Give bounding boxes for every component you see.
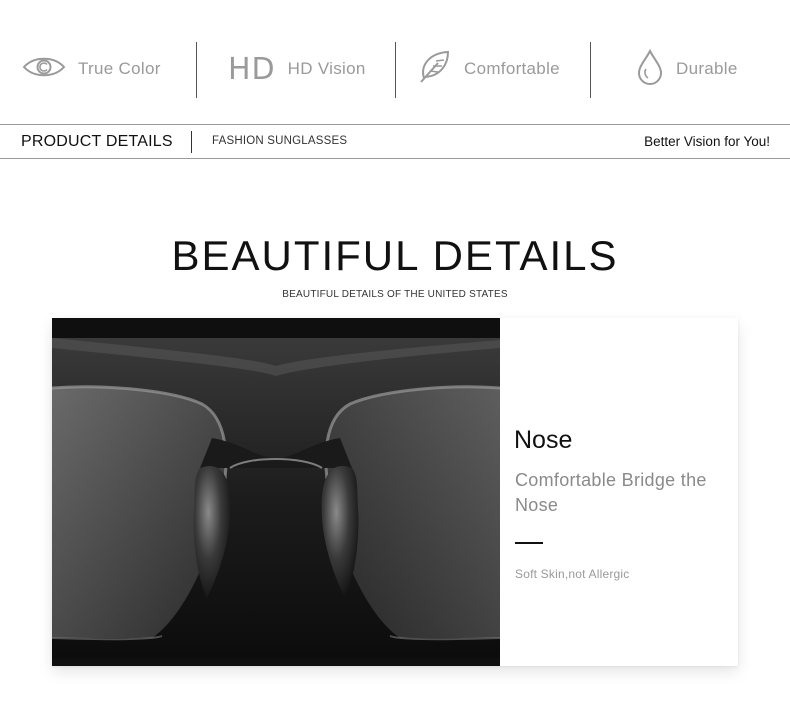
- feature-comfortable: Comfortable: [416, 30, 560, 108]
- accent-dash: [515, 542, 543, 544]
- product-details-title: PRODUCT DETAILS: [21, 133, 173, 150]
- water-drop-icon: [636, 48, 664, 90]
- feature-label: Durable: [676, 59, 738, 78]
- eye-icon: [22, 54, 66, 85]
- detail-description: Comfortable Bridge the Nose: [515, 470, 707, 515]
- divider: [196, 42, 197, 98]
- tagline: Better Vision for You!: [644, 134, 770, 149]
- feature-label: HD Vision: [287, 59, 366, 78]
- feature-durable: Durable: [636, 30, 738, 108]
- feature-hd-vision: HD HD Vision: [228, 30, 366, 108]
- feature-label: True Color: [78, 59, 161, 78]
- divider: [395, 42, 396, 98]
- section-heading: BEAUTIFUL DETAILS: [171, 232, 619, 279]
- detail-card: Nose Comfortable Bridge the Nose Soft Sk…: [52, 318, 738, 666]
- detail-info-panel: Nose Comfortable Bridge the Nose Soft Sk…: [500, 318, 738, 666]
- hd-icon: HD: [228, 51, 276, 87]
- section-subheading: BEAUTIFUL DETAILS OF THE UNITED STATES: [282, 289, 508, 300]
- product-category: FASHION SUNGLASSES: [212, 135, 348, 147]
- feather-icon: [416, 49, 452, 90]
- product-details-bar: PRODUCT DETAILS FASHION SUNGLASSES Bette…: [0, 124, 790, 159]
- feature-label: Comfortable: [464, 59, 560, 78]
- divider: [590, 42, 591, 98]
- features-row: True Color HD HD Vision Comfortable Dura…: [0, 30, 790, 108]
- divider: [191, 131, 192, 153]
- sunglasses-nose-bridge-photo: [52, 318, 500, 666]
- feature-true-color: True Color: [22, 30, 161, 108]
- detail-note: Soft Skin,not Allergic: [515, 567, 630, 581]
- detail-title: Nose: [514, 426, 573, 454]
